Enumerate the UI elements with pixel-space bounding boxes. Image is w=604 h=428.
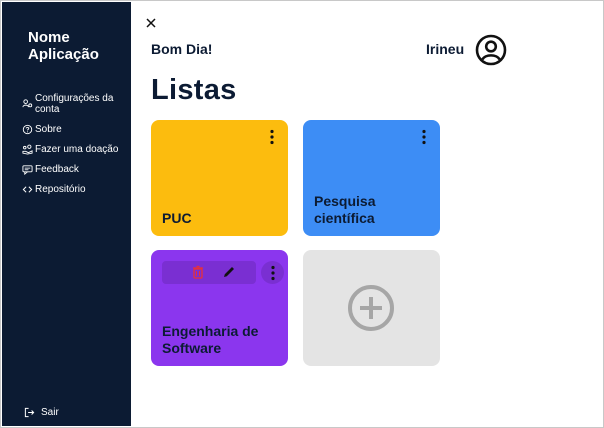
app-name: Nome Aplicação: [28, 29, 99, 63]
sidebar-item-about[interactable]: Sobre: [22, 124, 130, 135]
plus-circle-icon: [348, 285, 394, 331]
list-card-title: Engenharia de Software: [162, 323, 259, 356]
sidebar: Nome Aplicação Configurações da conta So…: [2, 2, 131, 426]
sidebar-item-repository[interactable]: Repositório: [22, 184, 130, 195]
more-vertical-icon[interactable]: [417, 128, 431, 146]
sidebar-item-donate[interactable]: Fazer uma doação: [22, 144, 130, 155]
main-content: Bom Dia! Irineu Listas PUC Pesquisa cien…: [131, 2, 602, 426]
logout-label: Sair: [41, 407, 59, 418]
sidebar-item-label: Repositório: [35, 184, 86, 195]
sidebar-item-feedback[interactable]: Feedback: [22, 164, 130, 175]
sidebar-item-label: Fazer uma doação: [35, 144, 119, 155]
more-vertical-icon: [270, 265, 275, 280]
feedback-icon: [22, 165, 33, 175]
logout-button[interactable]: Sair: [24, 407, 59, 418]
card-action-bar: [162, 261, 256, 284]
more-vertical-icon[interactable]: [265, 128, 279, 146]
sidebar-nav: Configurações da conta Sobre Fazer uma d…: [22, 93, 130, 204]
add-list-button[interactable]: [303, 250, 440, 366]
card-menu-button[interactable]: [261, 261, 284, 284]
user-avatar-icon[interactable]: [475, 34, 507, 66]
pencil-icon[interactable]: [222, 265, 236, 279]
code-icon: [22, 186, 33, 193]
sidebar-item-label: Feedback: [35, 164, 79, 175]
list-card-title: PUC: [162, 210, 192, 226]
sidebar-item-account-settings[interactable]: Configurações da conta: [22, 93, 130, 115]
help-circle-icon: [22, 124, 33, 135]
donate-icon: [22, 144, 33, 155]
greeting: Bom Dia!: [151, 41, 213, 57]
sidebar-item-label: Configurações da conta: [35, 93, 114, 115]
users-settings-icon: [22, 99, 33, 108]
close-icon[interactable]: [145, 16, 157, 30]
page-title: Listas: [151, 74, 237, 106]
trash-icon[interactable]: [191, 265, 205, 279]
logout-icon: [24, 407, 35, 418]
list-card[interactable]: Engenharia de Software: [151, 250, 288, 366]
list-card[interactable]: Pesquisa científica: [303, 120, 440, 236]
user-name: Irineu: [426, 41, 465, 57]
list-card[interactable]: PUC: [151, 120, 288, 236]
list-card-title: Pesquisa científica: [314, 193, 376, 226]
sidebar-item-label: Sobre: [35, 124, 62, 135]
